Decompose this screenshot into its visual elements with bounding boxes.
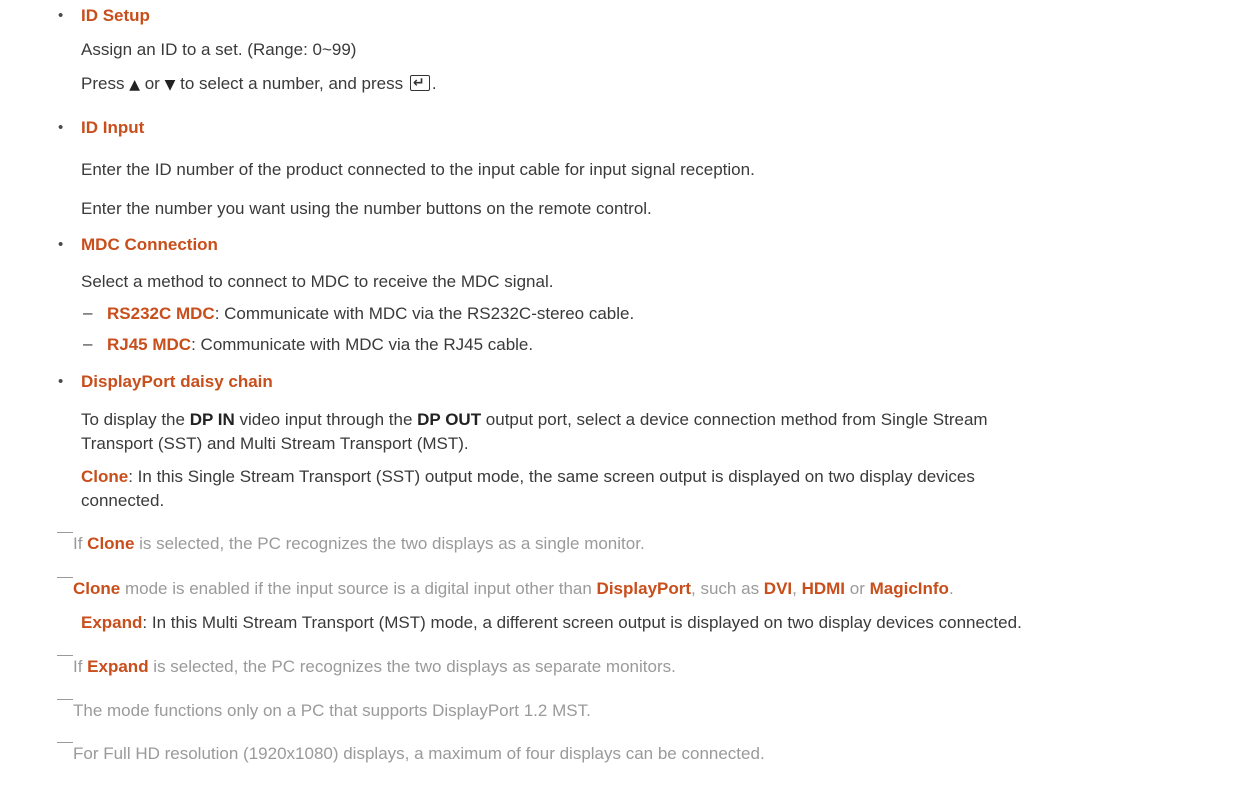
section-title-id-setup: ID Setup: [81, 6, 150, 25]
daisy-chain-description-cont: Transport (SST) and Multi Stream Transpo…: [81, 434, 469, 453]
down-arrow-icon: ▼: [164, 77, 176, 93]
note-dp-mst-support: The mode functions only on a PC that sup…: [73, 701, 591, 720]
note-icon: [57, 532, 73, 533]
section-title-mdc-connection: MDC Connection: [81, 235, 218, 254]
dash-icon: –: [83, 303, 93, 322]
id-input-description: Enter the ID number of the product conne…: [81, 160, 755, 179]
list-item: RJ45 MDC: Communicate with MDC via the R…: [107, 335, 534, 354]
expand-description: Expand: In this Multi Stream Transport (…: [81, 613, 1022, 632]
note-expand-separate-monitors: If Expand is selected, the PC recognizes…: [73, 657, 676, 676]
section-title-id-input: ID Input: [81, 118, 145, 137]
note-icon: [57, 699, 73, 700]
mdc-connection-description: Select a method to connect to MDC to rec…: [81, 272, 554, 291]
clone-description-cont: connected.: [81, 491, 165, 510]
list-item: RS232C MDC: Communicate with MDC via the…: [107, 304, 635, 323]
id-input-instruction: Enter the number you want using the numb…: [81, 199, 652, 218]
note-clone-mode-enabled: Clone mode is enabled if the input sourc…: [73, 579, 954, 598]
note-full-hd-max-displays: For Full HD resolution (1920x1080) displ…: [73, 744, 765, 763]
clone-description: Clone: In this Single Stream Transport (…: [81, 467, 975, 486]
note-icon: [57, 742, 73, 743]
enter-icon: [409, 72, 430, 94]
up-arrow-icon: ▲: [129, 77, 140, 93]
id-setup-instruction: Press ▲ or ▼ to select a number, and pre…: [81, 72, 437, 96]
id-setup-description: Assign an ID to a set. (Range: 0~99): [81, 40, 357, 59]
bullet-icon: •: [58, 119, 64, 136]
note-icon: [57, 577, 73, 578]
daisy-chain-description: To display the DP IN video input through…: [81, 410, 988, 429]
dash-icon: –: [83, 334, 93, 353]
bullet-icon: •: [58, 236, 64, 253]
bullet-icon: •: [58, 373, 64, 390]
note-icon: [57, 655, 73, 656]
note-clone-single-monitor: If Clone is selected, the PC recognizes …: [73, 534, 645, 553]
section-title-daisy-chain: DisplayPort daisy chain: [81, 372, 273, 391]
bullet-icon: •: [58, 7, 64, 24]
